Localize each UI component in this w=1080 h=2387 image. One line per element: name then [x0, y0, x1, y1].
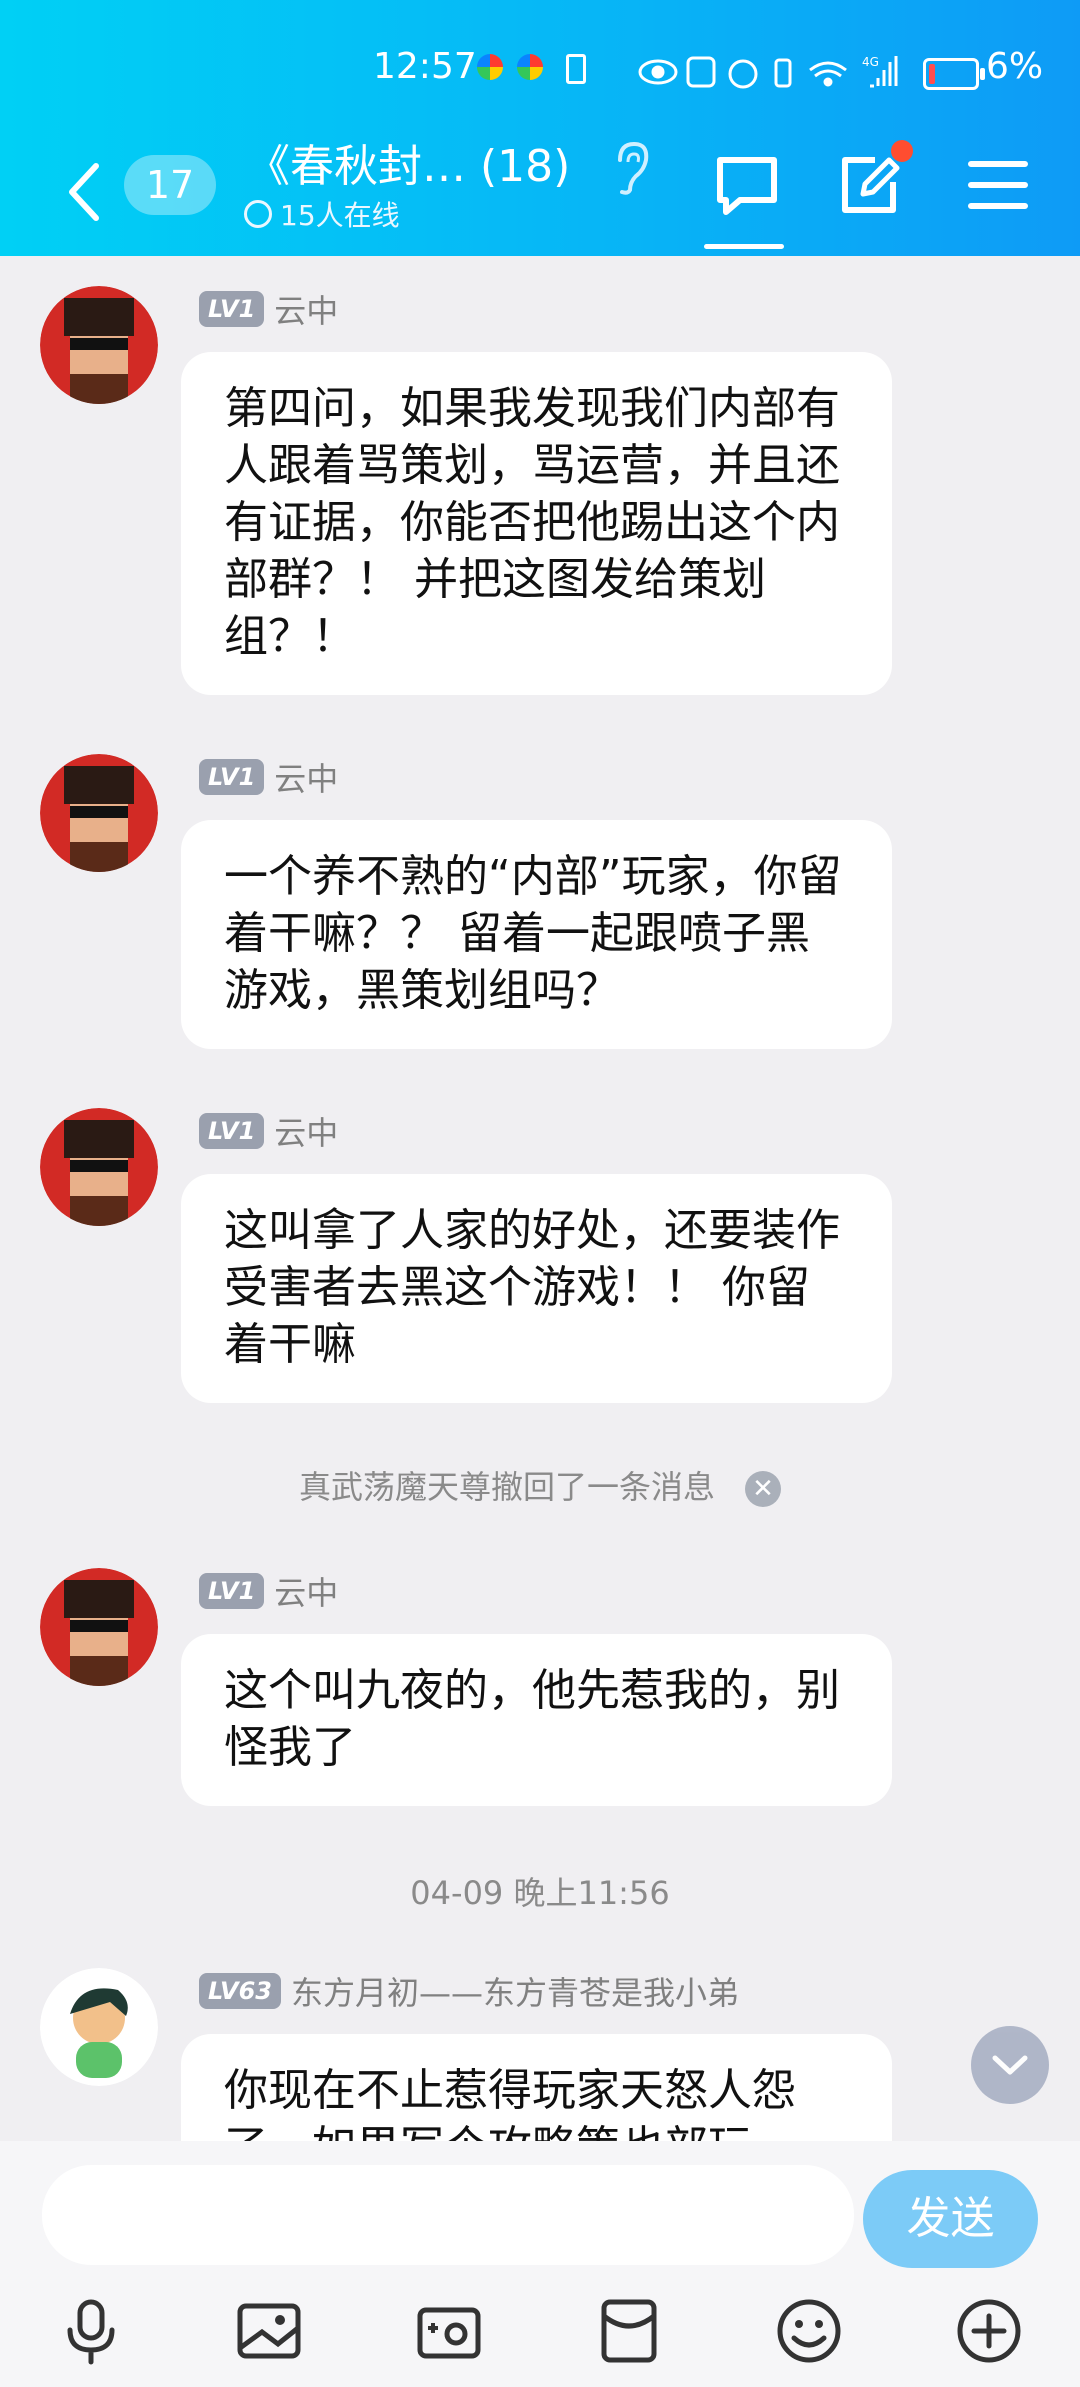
unread-count-badge[interactable]: 17 — [124, 155, 216, 215]
wifi-icon — [809, 61, 847, 78]
message-bubble[interactable]: 你现在不止惹得玩家天怒人怨了，如果写个攻略策也部玩 — [181, 2034, 892, 2141]
chat-header: 17 《春秋封… (18) 15人在线 — [0, 130, 1080, 256]
red-packet-icon[interactable] — [594, 2296, 664, 2366]
input-bar: 发送 — [0, 2141, 1080, 2387]
app-notification-icon — [517, 54, 543, 80]
sender-name: 云中 — [274, 1574, 339, 1612]
avatar[interactable] — [40, 1568, 158, 1686]
status-bar: 12:57 4G 6% — [0, 40, 1080, 110]
level-badge: LV1 — [199, 759, 265, 795]
check-circle-icon — [244, 200, 272, 228]
recall-text: 真武荡魔天尊撤回了一条消息 — [298, 1468, 715, 1506]
top-bar: 12:57 4G 6% 17 《春秋封… (18) 15人在线 — [0, 0, 1080, 256]
vibrate-icon — [774, 58, 792, 88]
message-bubble[interactable]: 这个叫九夜的，他先惹我的，别怪我了 — [181, 1634, 892, 1806]
notification-dot — [891, 140, 913, 162]
nfc-icon — [686, 56, 716, 88]
avatar[interactable] — [40, 286, 158, 404]
battery-percent: 6% — [986, 46, 1044, 87]
chat-bubble-icon[interactable] — [712, 150, 782, 220]
svg-text:4G: 4G — [862, 55, 879, 69]
image-icon[interactable] — [234, 2296, 304, 2366]
level-badge: LV1 — [199, 1573, 265, 1609]
sender-name: 东方月初——东方青苍是我小弟 — [290, 1974, 739, 2012]
level-badge: LV1 — [199, 291, 265, 327]
sender-info[interactable]: LV1 云中 — [199, 754, 338, 800]
sender-name: 云中 — [274, 1114, 339, 1152]
message-bubble[interactable]: 第四问，如果我发现我们内部有人跟着骂策划，骂运营，并且还有证据，你能否把他踢出这… — [181, 352, 892, 695]
close-icon[interactable]: ✕ — [745, 1471, 781, 1507]
ear-icon[interactable] — [612, 140, 652, 196]
level-badge: LV1 — [199, 1113, 265, 1149]
online-count: 15人在线 — [280, 199, 400, 232]
timestamp: 04-09 晚上11:56 — [410, 1874, 670, 1912]
emoji-icon[interactable] — [774, 2296, 844, 2366]
sender-name: 云中 — [274, 292, 339, 330]
alarm-icon — [728, 59, 758, 89]
avatar[interactable] — [40, 1968, 158, 2086]
menu-icon[interactable] — [963, 150, 1033, 220]
avatar[interactable] — [40, 1108, 158, 1226]
camera-icon[interactable] — [414, 2296, 484, 2366]
sender-info[interactable]: LV63 东方月初——东方青苍是我小弟 — [199, 1968, 739, 2014]
back-chevron-left-icon[interactable] — [60, 160, 110, 224]
online-status[interactable]: 15人在线 — [244, 194, 400, 234]
microphone-icon[interactable] — [56, 2296, 126, 2366]
avatar[interactable] — [40, 754, 158, 872]
send-button[interactable]: 发送 — [863, 2170, 1038, 2268]
message-input[interactable] — [42, 2165, 854, 2265]
edit-icon[interactable] — [835, 150, 905, 220]
chat-messages[interactable]: LV1 云中 第四问，如果我发现我们内部有人跟着骂策划，骂运营，并且还有证据，你… — [0, 256, 1080, 2141]
message-bubble[interactable]: 这叫拿了人家的好处，还要装作受害者去黑这个游戏！！ 你留着干嘛 — [181, 1174, 892, 1403]
battery-alert-icon — [566, 54, 586, 84]
chevron-down-icon — [992, 2055, 1028, 2075]
sender-info[interactable]: LV1 云中 — [199, 286, 338, 332]
message-bubble[interactable]: 一个养不熟的“内部”玩家，你留着干嘛？？ 留着一起跟喷子黑游戏，黑策划组吗？ — [181, 820, 892, 1049]
active-tab-indicator — [704, 244, 784, 249]
app-notification-icon — [477, 54, 503, 80]
sender-info[interactable]: LV1 云中 — [199, 1568, 338, 1614]
plus-icon[interactable] — [954, 2296, 1024, 2366]
sender-name: 云中 — [274, 760, 339, 798]
scroll-down-button[interactable] — [971, 2026, 1049, 2104]
recall-notice: 真武荡魔天尊撤回了一条消息 ✕ — [0, 1462, 1080, 1508]
level-badge: LV63 — [199, 1973, 281, 2009]
status-time: 12:57 — [373, 46, 477, 87]
battery-icon — [923, 58, 985, 90]
status-icons: 4G — [638, 55, 898, 89]
sender-info[interactable]: LV1 云中 — [199, 1108, 338, 1154]
group-title[interactable]: 《春秋封… (18) — [246, 130, 570, 194]
